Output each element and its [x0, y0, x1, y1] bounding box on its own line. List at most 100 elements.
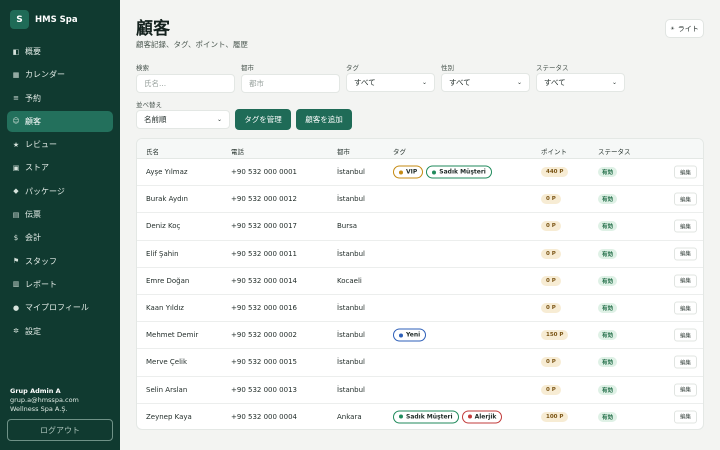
flag-icon: ⚑ [12, 257, 20, 266]
table-row[interactable]: Deniz Koç +90 532 000 0017 Bursa 0 P 有効 編集 [137, 213, 703, 241]
calendar-icon: ▦ [12, 70, 20, 79]
edit-button[interactable]: 編集 [674, 192, 697, 206]
column-header-name[interactable]: 氏名 [146, 146, 159, 156]
customer-name[interactable]: Elif Şahin [146, 250, 179, 258]
edit-button[interactable]: 編集 [674, 301, 697, 315]
column-header-phone[interactable]: 電話 [231, 146, 244, 156]
money-bag-icon: $ [13, 233, 19, 242]
customer-phone: +90 532 000 0002 [231, 331, 297, 340]
column-header-status[interactable]: ステータス [598, 146, 631, 156]
table-row[interactable]: Zeynep Kaya +90 532 000 0004 Ankara Sadık M… [137, 404, 703, 429]
edit-button[interactable]: 編集 [674, 328, 697, 342]
edit-button[interactable]: 編集 [674, 247, 697, 261]
sidebar-item-vouchers[interactable]: ▤ 伝票 [7, 204, 113, 225]
status-badge: 有効 [598, 248, 618, 259]
tag-label: VIP [406, 168, 418, 176]
column-header-points[interactable]: ポイント [541, 146, 567, 156]
edit-button[interactable]: 編集 [674, 274, 697, 288]
customer-name[interactable]: Mehmet Demir [146, 331, 198, 339]
brand-logo: S [10, 10, 29, 29]
sidebar-item-packages[interactable]: ◆ パッケージ [7, 181, 113, 202]
sidebar-item-store[interactable]: ▣ ストア [7, 157, 113, 178]
tag-filter-select[interactable]: すべて ⌄ [346, 73, 435, 92]
list-icon: ≡ [13, 94, 19, 103]
tag-dot-icon [399, 170, 403, 175]
customer-phone: +90 532 000 0004 [231, 412, 297, 421]
search-label: 検索 [136, 64, 149, 72]
table-row[interactable]: Burak Aydın +90 532 000 0012 İstanbul 0 P 有効… [137, 186, 703, 214]
points-badge: 0 P [541, 303, 561, 314]
customer-city: İstanbul [337, 249, 366, 258]
sort-select[interactable]: 名前順 ⌄ [136, 110, 230, 129]
tag-list: Sadık Müşteri Alerjik [393, 410, 503, 424]
column-header-tags[interactable]: タグ [393, 146, 406, 156]
customer-phone: +90 532 000 0017 [231, 222, 297, 231]
sidebar-nav: ◧ 概要 ▦ カレンダー ≡ 予約 ☺ 顧客 ★ レビュー ▣ ストア ◆ パッケージ ▤ 伝票 $ 会計 ⚑ スタッ… [7, 41, 113, 344]
table-row[interactable]: Ayşe Yılmaz +90 532 000 0001 İstanbul VIP Sa… [137, 159, 703, 187]
tag-badge: Sadık Müşteri [393, 410, 459, 424]
points-badge: 0 P [541, 275, 561, 286]
tag-label: Alerjik [474, 413, 497, 421]
customer-name[interactable]: Selin Arslan [146, 386, 187, 394]
table-row[interactable]: Selin Arslan +90 532 000 0013 İstanbul 0 P 有… [137, 377, 703, 404]
sidebar-item-overview[interactable]: ◧ 概要 [7, 41, 113, 62]
brand[interactable]: S HMS Spa [10, 10, 78, 29]
theme-toggle-button[interactable]: ☀ ライト [665, 19, 704, 38]
tag-dot-icon [432, 170, 437, 175]
sidebar-item-my-profile[interactable]: ● マイプロフィール [7, 297, 113, 318]
customer-city: İstanbul [337, 331, 366, 340]
edit-button[interactable]: 編集 [674, 410, 697, 424]
sidebar-item-reports[interactable]: ▥ レポート [7, 274, 113, 295]
customer-name[interactable]: Ayşe Yılmaz [146, 168, 188, 176]
sidebar-item-label: 伝票 [25, 210, 41, 220]
status-badge: 有効 [598, 194, 618, 205]
sidebar-item-bookings[interactable]: ≡ 予約 [7, 88, 113, 109]
table-row[interactable]: Mehmet Demir +90 532 000 0002 İstanbul Yeni… [137, 322, 703, 350]
sidebar-item-reviews[interactable]: ★ レビュー [7, 134, 113, 155]
page-subtitle: 顧客記録、タグ、ポイント、履歴 [136, 40, 248, 49]
edit-button[interactable]: 編集 [674, 165, 697, 179]
sidebar-item-staff[interactable]: ⚑ スタッフ [7, 251, 113, 272]
edit-button[interactable]: 編集 [674, 383, 697, 397]
sidebar-item-label: パッケージ [25, 186, 65, 196]
edit-button[interactable]: 編集 [674, 219, 697, 233]
city-input[interactable]: 都市 [241, 74, 340, 93]
points-badge: 0 P [541, 221, 561, 232]
customer-name[interactable]: Emre Doğan [146, 277, 189, 285]
sidebar-item-settings[interactable]: ✲ 設定 [7, 321, 113, 342]
customers-table: 氏名 電話 都市 タグ ポイント ステータス Ayşe Yılmaz +90 53… [136, 138, 704, 430]
search-input[interactable]: 氏名... [136, 74, 235, 93]
table-row[interactable]: Kaan Yıldız +90 532 000 0016 İstanbul 0 P 有効… [137, 295, 703, 323]
logout-button[interactable]: ログアウト [7, 419, 113, 441]
customer-name[interactable]: Merve Çelik [146, 358, 187, 366]
customer-name[interactable]: Zeynep Kaya [146, 413, 192, 421]
sidebar-item-customers[interactable]: ☺ 顧客 [7, 110, 113, 132]
sidebar-item-calendar[interactable]: ▦ カレンダー [7, 64, 113, 85]
sidebar-item-label: 予約 [25, 93, 41, 103]
customer-name[interactable]: Kaan Yıldız [146, 304, 184, 312]
sidebar-item-label: 顧客 [25, 116, 41, 126]
manage-tags-button[interactable]: タグを管理 [235, 109, 291, 130]
table-row[interactable]: Elif Şahin +90 532 000 0011 İstanbul 0 P 有効 編… [137, 241, 703, 268]
column-header-city[interactable]: 都市 [337, 146, 350, 156]
customer-name[interactable]: Deniz Koç [146, 222, 180, 230]
status-filter-select[interactable]: すべて ⌄ [536, 73, 625, 92]
tag-badge: Sadık Müşteri [426, 165, 492, 179]
customer-city: İstanbul [337, 304, 366, 313]
table-row[interactable]: Merve Çelik +90 532 000 0015 İstanbul 0 P 有効… [137, 349, 703, 377]
chevron-down-icon: ⌄ [516, 79, 522, 86]
tag-dot-icon [467, 414, 472, 419]
package-icon: ◆ [13, 187, 19, 196]
table-row[interactable]: Emre Doğan +90 532 000 0014 Kocaeli 0 P 有効 編集 [137, 268, 703, 295]
add-customer-button[interactable]: 顧客を追加 [296, 109, 352, 130]
edit-button[interactable]: 編集 [674, 355, 697, 369]
customer-phone: +90 532 000 0011 [231, 249, 297, 258]
status-badge: 有効 [598, 357, 618, 368]
customer-name[interactable]: Burak Aydın [146, 195, 188, 203]
gender-filter-select[interactable]: すべて ⌄ [441, 73, 530, 92]
customer-city: İstanbul [337, 358, 366, 367]
points-badge: 0 P [541, 248, 561, 259]
customer-city: İstanbul [337, 385, 366, 394]
sidebar-item-accounting[interactable]: $ 会計 [7, 227, 113, 248]
status-badge: 有効 [598, 167, 618, 178]
